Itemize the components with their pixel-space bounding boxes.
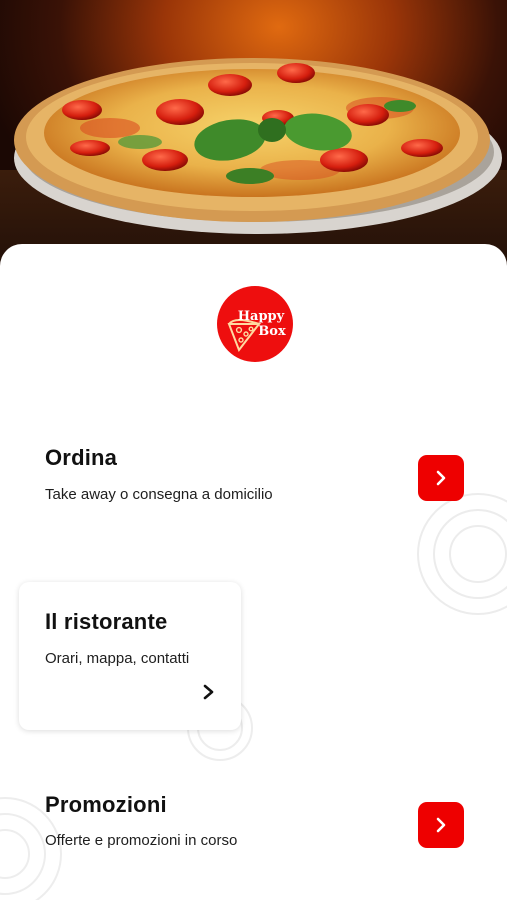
logo-text-line2: Box <box>258 324 286 339</box>
chevron-right-icon <box>203 684 214 700</box>
chevron-right-icon <box>436 470 446 486</box>
ordina-arrow-button[interactable] <box>418 455 464 501</box>
promozioni-subtitle: Offerte e promozioni in corso <box>45 832 238 849</box>
ordina-subtitle: Take away o consegna a domicilio <box>45 486 273 503</box>
promozioni-arrow-button[interactable] <box>418 802 464 848</box>
ristorante-title: Il ristorante <box>45 609 168 634</box>
chevron-right-icon <box>436 817 446 833</box>
ristorante-card[interactable]: Il ristorante Orari, mappa, contatti <box>19 582 241 730</box>
pizza-illustration <box>14 58 502 234</box>
content-sheet: Happy Box Ordina Take away o consegna a … <box>0 244 507 900</box>
ristorante-subtitle: Orari, mappa, contatti <box>45 650 190 667</box>
happy-box-logo: Happy Box <box>217 286 293 362</box>
promozioni-title: Promozioni <box>45 792 167 817</box>
ordina-title: Ordina <box>45 445 118 470</box>
hero-pizza-image <box>0 0 507 270</box>
decorative-rings-right <box>417 493 507 615</box>
logo-text-line1: Happy <box>238 309 285 324</box>
